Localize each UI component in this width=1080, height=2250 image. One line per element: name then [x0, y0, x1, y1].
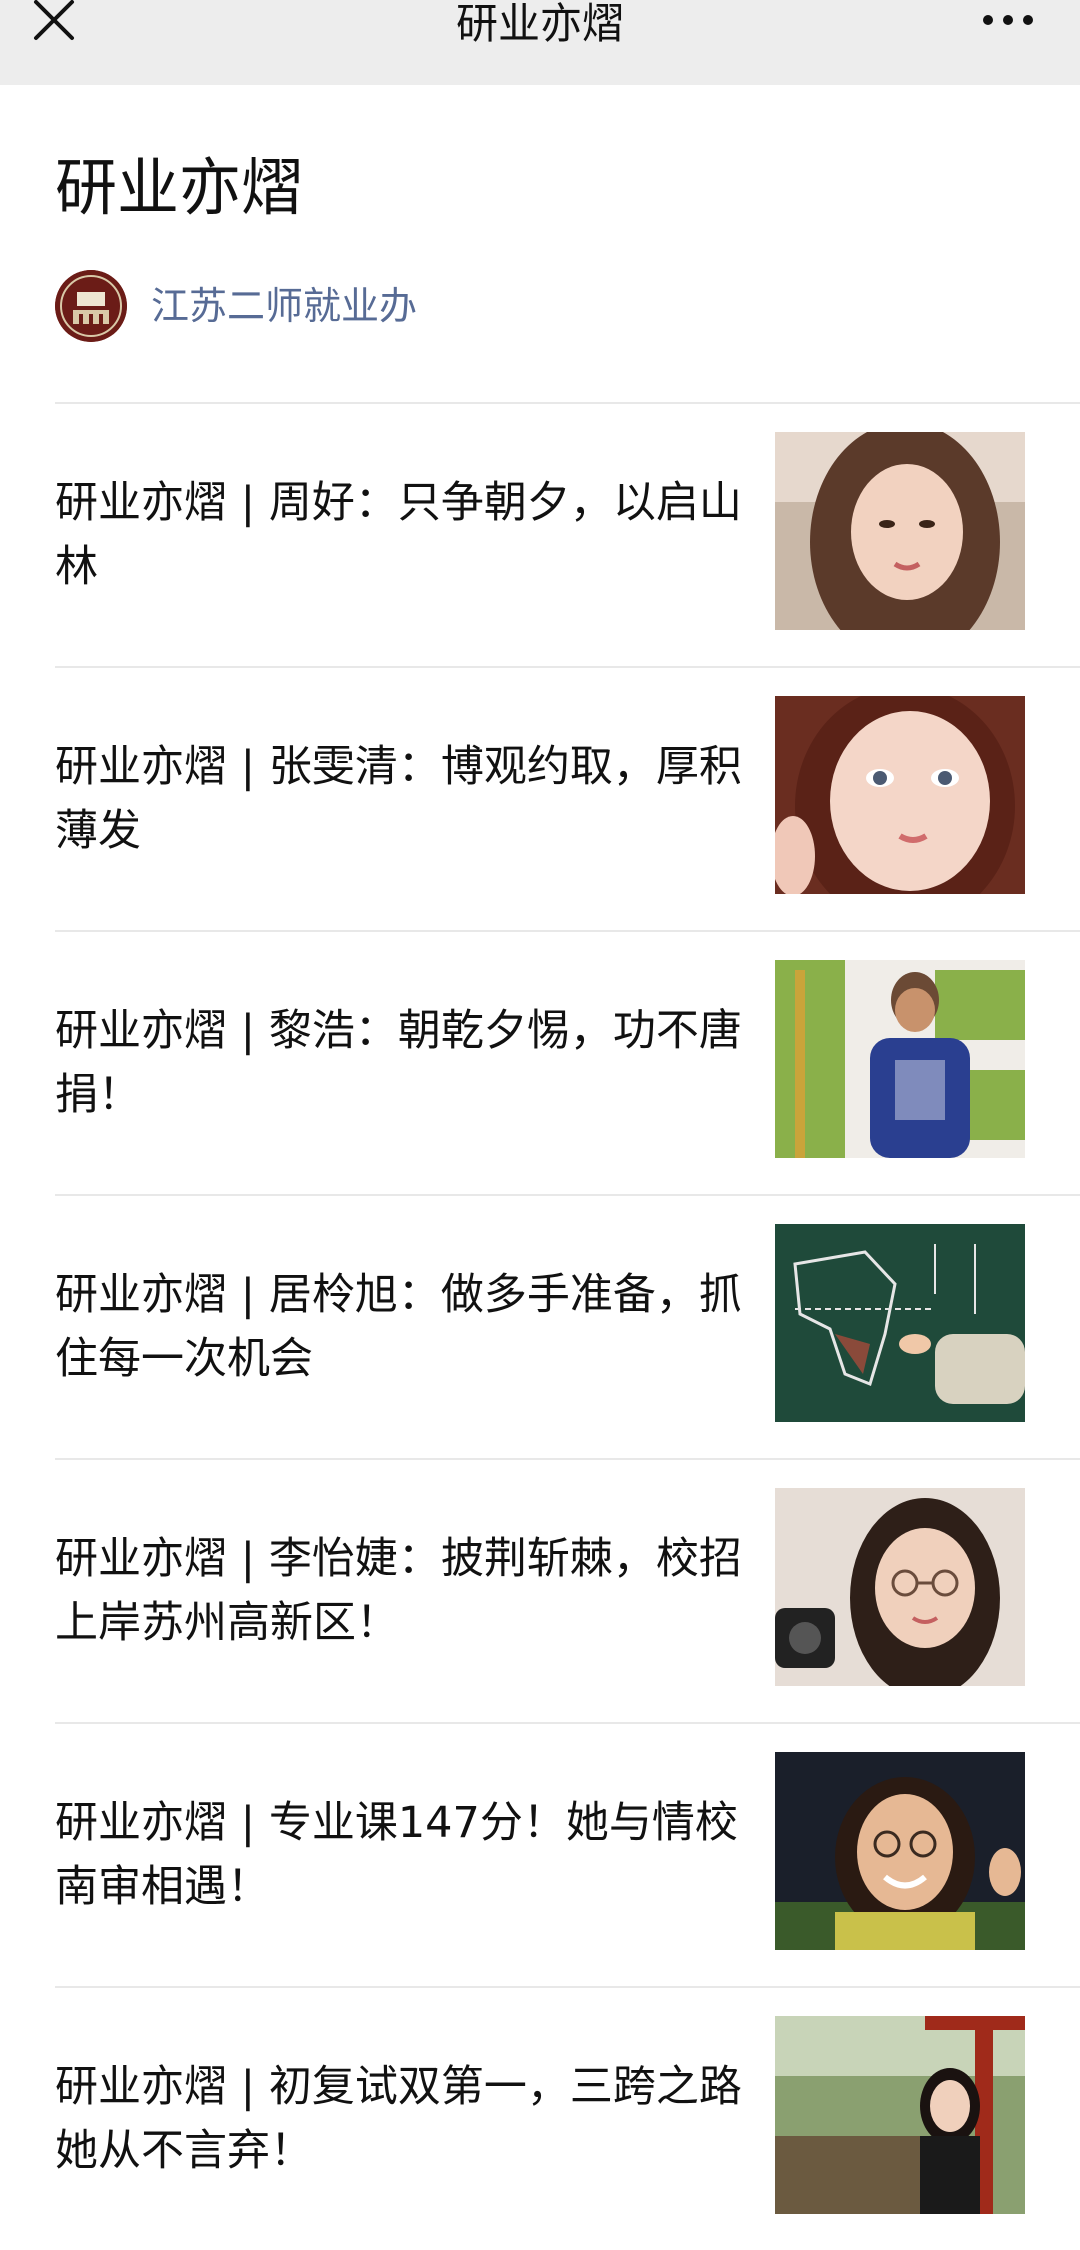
- article-item[interactable]: 研业亦熠 | 张雯清：博观约取，厚积薄发: [55, 666, 1080, 930]
- school-logo-icon: [55, 270, 127, 342]
- article-thumbnail: [775, 1224, 1025, 1422]
- article-item[interactable]: 研业亦熠 | 居柃旭：做多手准备，抓住每一次机会: [55, 1194, 1080, 1458]
- article-item[interactable]: 研业亦熠 | 专业课147分！她与情校南审相遇！: [55, 1722, 1080, 1986]
- article-thumbnail: [775, 1488, 1025, 1686]
- article-title: 研业亦熠 | 黎浩：朝乾夕惕，功不唐捐！: [55, 1006, 742, 1120]
- article-item[interactable]: 研业亦熠 | 初复试双第一，三跨之路她从不言弃！: [55, 1986, 1080, 2250]
- article-item[interactable]: 研业亦熠 | 李怡婕：披荆斩棘，校招上岸苏州高新区！: [55, 1458, 1080, 1722]
- article-title: 研业亦熠 | 周好：只争朝夕，以启山林: [55, 478, 742, 592]
- article-item[interactable]: 研业亦熠 | 周好：只争朝夕，以启山林: [55, 402, 1080, 666]
- article-thumbnail: [775, 696, 1025, 894]
- article-list: 研业亦熠 | 周好：只争朝夕，以启山林 研业亦熠 | 张雯清：博观约取，厚积薄发: [0, 402, 1080, 2250]
- article-item[interactable]: 研业亦熠 | 黎浩：朝乾夕惕，功不唐捐！: [55, 930, 1080, 1194]
- article-thumbnail: [775, 2016, 1025, 2214]
- article-title: 研业亦熠 | 居柃旭：做多手准备，抓住每一次机会: [55, 1270, 742, 1384]
- article-thumbnail: [775, 432, 1025, 630]
- nav-title: 研业亦熠: [455, 0, 624, 48]
- article-thumbnail: [775, 960, 1025, 1158]
- more-icon[interactable]: [980, 10, 1036, 30]
- top-nav-bar: 研业亦熠: [0, 0, 1080, 85]
- account-name-link[interactable]: 江苏二师就业办: [151, 282, 417, 330]
- article-thumbnail: [775, 1752, 1025, 1950]
- article-title: 研业亦熠 | 李怡婕：披荆斩棘，校招上岸苏州高新区！: [55, 1534, 742, 1648]
- account-row[interactable]: 江苏二师就业办: [55, 268, 417, 344]
- article-title: 研业亦熠 | 专业课147分！她与情校南审相遇！: [55, 1798, 738, 1912]
- article-title: 研业亦熠 | 初复试双第一，三跨之路她从不言弃！: [55, 2062, 742, 2176]
- page-title: 研业亦熠: [55, 151, 304, 224]
- article-title: 研业亦熠 | 张雯清：博观约取，厚积薄发: [55, 742, 742, 856]
